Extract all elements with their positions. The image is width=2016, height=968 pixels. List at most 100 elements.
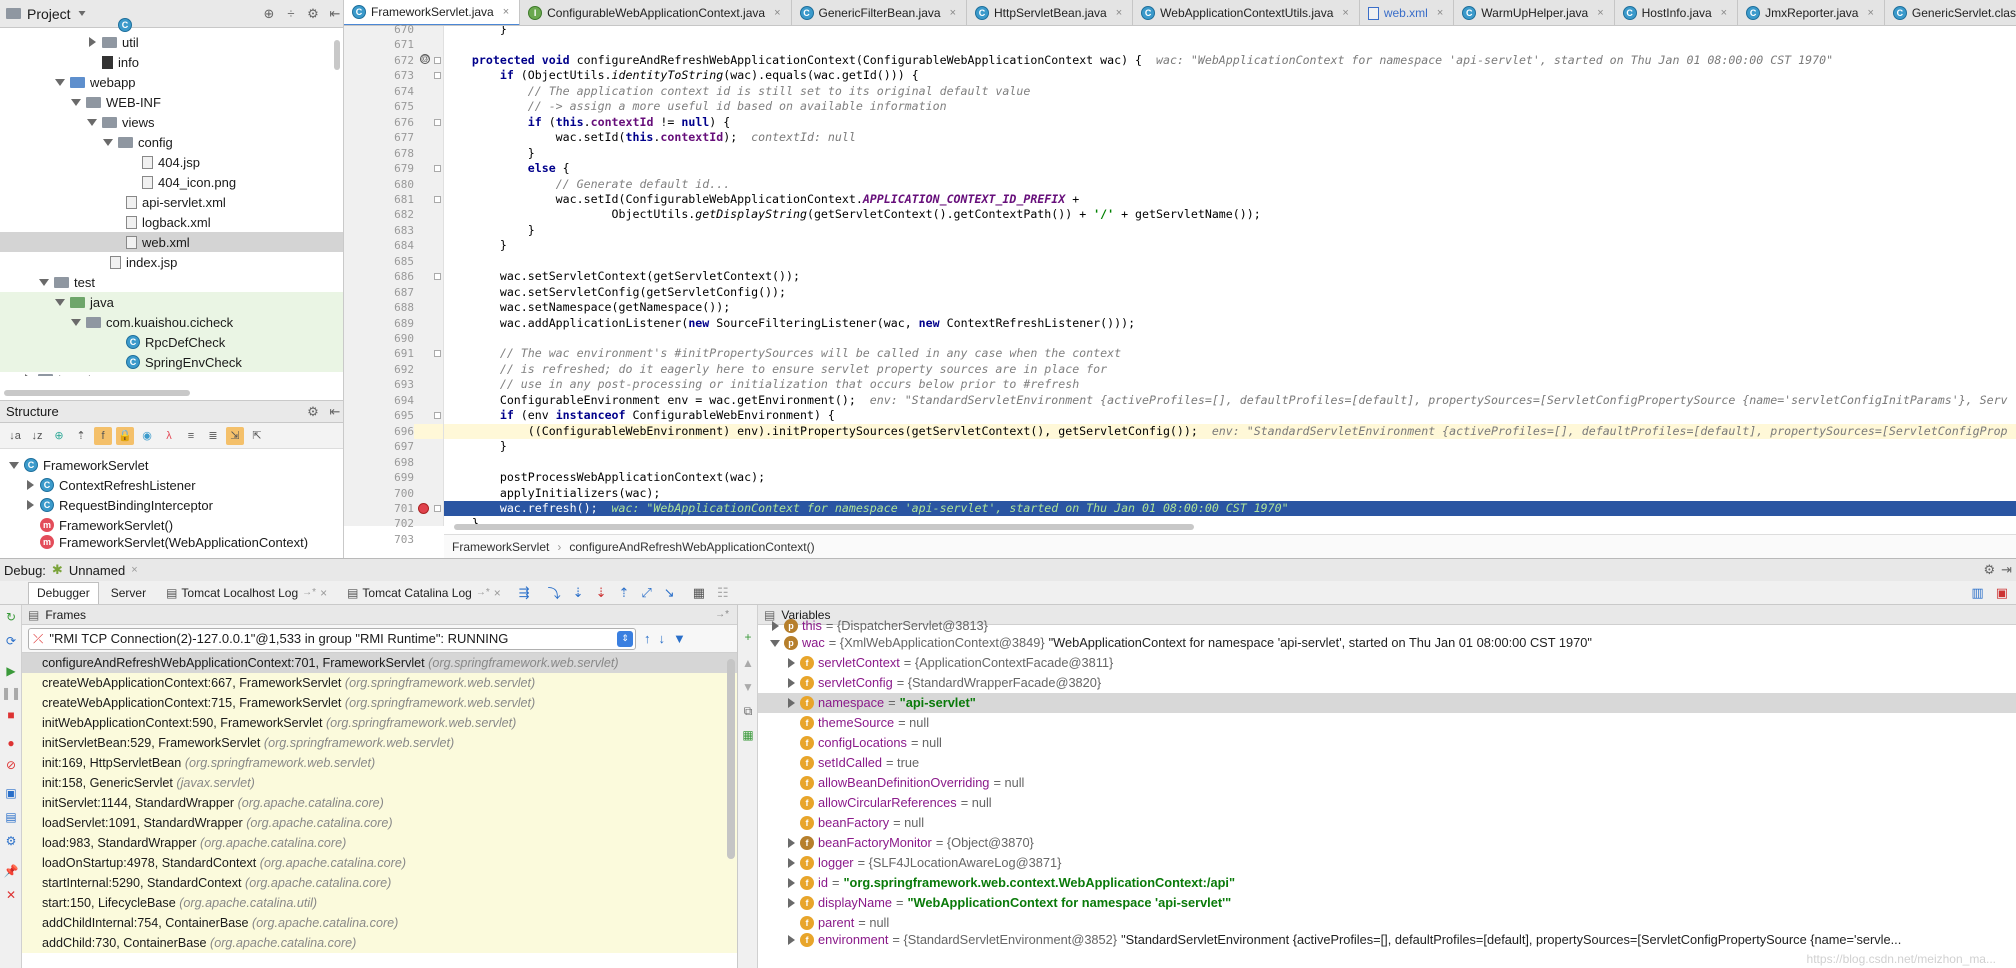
tab-debugger[interactable]: Debugger: [28, 581, 99, 604]
editor-tab[interactable]: C GenericFilterBean.java ×: [792, 0, 967, 25]
run-to-cursor-icon[interactable]: ↘: [664, 585, 675, 601]
tab-catalina-log[interactable]: ▤ Tomcat Catalina Log →* ×: [339, 582, 509, 604]
tree-item[interactable]: com.kuaishou.cicheck: [0, 312, 343, 332]
view-breakpoints-icon[interactable]: ●: [3, 735, 19, 751]
collapse-all-icon[interactable]: ≣: [204, 427, 222, 445]
chevron-right-icon[interactable]: [786, 878, 796, 888]
fold-icon[interactable]: [434, 412, 441, 420]
autoscroll-to-icon[interactable]: ⇲: [226, 426, 244, 445]
tree-item[interactable]: webapp: [0, 72, 343, 92]
code-line[interactable]: wac.setServletContext(getServletContext(…: [444, 269, 2016, 284]
chevron-down-icon[interactable]: [55, 78, 65, 86]
tree-item[interactable]: 404_icon.png: [0, 172, 343, 192]
move-down-icon[interactable]: ▼: [740, 679, 756, 695]
tree-item[interactable]: m FrameworkServlet(): [0, 515, 343, 535]
code-line[interactable]: ObjectUtils.getDisplayString(getServletC…: [444, 207, 2016, 222]
editor-gutter[interactable]: 670 671 672 @673 674 675 676 677 678 679 680 681 682…: [344, 23, 444, 546]
chevron-down-icon[interactable]: [9, 461, 19, 469]
stack-frame[interactable]: init:169, HttpServletBean (org.springfra…: [22, 753, 737, 773]
code-line[interactable]: // -> assign a more useful id based on a…: [444, 99, 2016, 114]
gear-icon[interactable]: ⚙: [1983, 562, 1995, 578]
code-line[interactable]: // is refreshed; do it eagerly here to e…: [444, 362, 2016, 377]
show-fields-icon[interactable]: f: [94, 426, 112, 445]
copy-icon[interactable]: ⧉: [740, 703, 756, 719]
chevron-right-icon[interactable]: [786, 898, 796, 908]
code-line[interactable]: if (env instanceof ConfigurableWebEnviro…: [444, 408, 2016, 423]
pin-icon[interactable]: 📌: [3, 863, 19, 879]
stack-frame[interactable]: createWebApplicationContext:667, Framewo…: [22, 673, 737, 693]
variable-row[interactable]: p this = {DispatcherServlet@3813}: [758, 619, 2016, 633]
group-icon[interactable]: ⊕: [50, 427, 68, 445]
drop-frame-icon[interactable]: ⤢: [641, 585, 651, 601]
code-line[interactable]: [444, 331, 2016, 346]
tree-item[interactable]: test: [0, 272, 343, 292]
tree-item[interactable]: 404.jsp: [0, 152, 343, 172]
code-line[interactable]: wac.setId(this.contextId); contextId: nu…: [444, 130, 2016, 145]
chevron-down-icon[interactable]: [78, 11, 86, 16]
stack-frame[interactable]: addChildInternal:754, ContainerBase (org…: [22, 913, 737, 933]
autoscroll-from-icon[interactable]: ⇱: [248, 427, 266, 445]
fold-icon[interactable]: [434, 350, 441, 358]
tab-localhost-log[interactable]: ▤ Tomcat Localhost Log →* ×: [158, 582, 335, 604]
new-watch-icon[interactable]: +: [740, 629, 756, 645]
chevron-right-icon[interactable]: [786, 698, 796, 708]
variable-row[interactable]: f beanFactoryMonitor = {Object@3870}: [758, 833, 2016, 853]
code-line[interactable]: if (this.contextId != null) {: [444, 115, 2016, 130]
code-area[interactable]: } protected void configureAndRefreshWebA…: [444, 26, 2016, 526]
close-icon[interactable]: ×: [1116, 7, 1122, 19]
variable-row[interactable]: f setIdCalled = true: [758, 753, 2016, 773]
tree-item[interactable]: C RpcDefCheck: [0, 332, 343, 352]
mute-breakpoints-icon[interactable]: ⊘: [3, 757, 19, 773]
variable-row[interactable]: f environment = {StandardServletEnvironme…: [758, 933, 2016, 947]
chevron-right-icon[interactable]: [786, 935, 796, 945]
chevron-right-icon[interactable]: [25, 500, 35, 510]
fold-icon[interactable]: [434, 56, 441, 64]
close-icon[interactable]: ×: [1342, 7, 1348, 19]
chevron-right-icon[interactable]: [786, 678, 796, 688]
variable-row[interactable]: f id = "org.springframework.web.context.W…: [758, 873, 2016, 893]
step-into-icon[interactable]: ⇣: [573, 585, 584, 601]
editor-tab[interactable]: C HostInfo.java ×: [1615, 0, 1739, 25]
chevron-down-icon[interactable]: [87, 118, 97, 126]
stack-frame[interactable]: init:158, GenericServlet (javax.servlet): [22, 773, 737, 793]
tree-item[interactable]: target: [0, 372, 343, 376]
tree-item[interactable]: web.xml: [0, 232, 343, 252]
variable-row[interactable]: f beanFactory = null: [758, 813, 2016, 833]
breadcrumb-method[interactable]: configureAndRefreshWebApplicationContext…: [569, 540, 814, 554]
code-line[interactable]: wac.refresh(); wac: "WebApplicationConte…: [444, 500, 2016, 516]
project-vscroll[interactable]: [334, 40, 340, 70]
step-over-icon[interactable]: ⤵: [548, 583, 561, 602]
code-line[interactable]: }: [444, 146, 2016, 161]
show-nonpublic-icon[interactable]: 🔒: [116, 426, 134, 445]
update-icon[interactable]: ⟳: [3, 633, 19, 649]
show-watches-icon[interactable]: ▦: [740, 727, 756, 743]
code-line[interactable]: wac.setId(ConfigurableWebApplicationCont…: [444, 192, 2016, 207]
settings-icon[interactable]: ⚙: [3, 833, 19, 849]
expand-all-icon[interactable]: ≡: [182, 427, 200, 445]
chevron-down-icon[interactable]: [55, 298, 65, 306]
code-line[interactable]: }: [444, 26, 2016, 37]
editor-tab[interactable]: C JmxReporter.java ×: [1738, 0, 1885, 25]
tree-item[interactable]: C: [0, 18, 343, 32]
stack-frame[interactable]: loadOnStartup:4978, StandardContext (org…: [22, 853, 737, 873]
show-execution-point-icon[interactable]: ⇶: [519, 585, 530, 601]
force-step-into-icon[interactable]: ⇣: [596, 585, 607, 601]
code-line[interactable]: wac.addApplicationListener(new SourceFil…: [444, 316, 2016, 331]
show-lambdas-icon[interactable]: ◉: [138, 427, 156, 445]
stack-frame[interactable]: loadServlet:1091, StandardWrapper (org.a…: [22, 813, 737, 833]
restore-layout-icon[interactable]: ▤: [3, 809, 19, 825]
fold-icon[interactable]: [434, 72, 441, 80]
stack-frame[interactable]: initServlet:1144, StandardWrapper (org.a…: [22, 793, 737, 813]
layout-settings-icon[interactable]: ▣: [1996, 585, 2008, 601]
chevron-right-icon[interactable]: [25, 480, 35, 490]
editor-tab[interactable]: C HttpServletBean.java ×: [967, 0, 1134, 25]
variable-row[interactable]: f allowCircularReferences = null: [758, 793, 2016, 813]
tab-server[interactable]: Server: [103, 582, 154, 604]
code-line[interactable]: postProcessWebApplicationContext(wac);: [444, 470, 2016, 485]
code-line[interactable]: }: [444, 223, 2016, 238]
arrow-down-icon[interactable]: ↓: [659, 631, 666, 646]
restore-layout-icon[interactable]: ▥: [1971, 585, 1983, 601]
sort-alpha-icon[interactable]: ↓a: [6, 427, 24, 445]
close-icon[interactable]: ×: [1867, 7, 1873, 19]
filter-icon[interactable]: ▼: [673, 631, 686, 646]
